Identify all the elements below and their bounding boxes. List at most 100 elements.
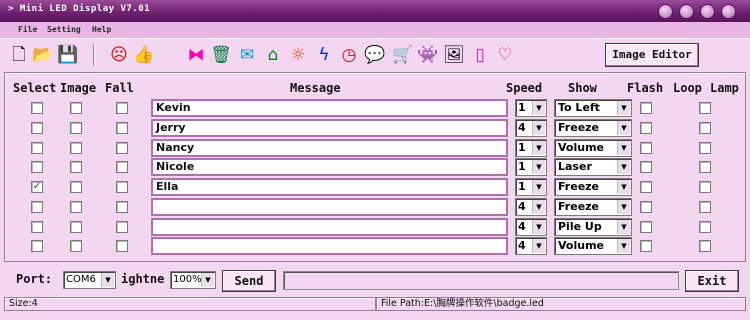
chevron-down-icon[interactable]: ▼: [617, 141, 630, 155]
loop-checkbox[interactable]: [699, 102, 711, 114]
loop-checkbox[interactable]: [699, 161, 711, 173]
trash-icon[interactable]: 🗑: [210, 44, 232, 66]
select-checkbox[interactable]: [31, 221, 43, 233]
speed-select[interactable]: 4 ▼: [515, 119, 547, 137]
brightness-select[interactable]: 100% ▼: [170, 271, 216, 289]
message-input[interactable]: [151, 218, 508, 236]
show-effect-select[interactable]: To Left ▼: [554, 99, 632, 117]
flash-checkbox[interactable]: [640, 240, 652, 252]
show-effect-select[interactable]: Pile Up ▼: [554, 218, 632, 236]
speed-select[interactable]: 1 ▼: [515, 139, 547, 157]
chevron-down-icon[interactable]: ▼: [617, 160, 630, 174]
message-input[interactable]: [151, 237, 508, 255]
flash-checkbox[interactable]: [640, 181, 652, 193]
message-input[interactable]: Jerry: [151, 119, 508, 137]
image-checkbox[interactable]: [70, 221, 82, 233]
message-input[interactable]: Nicole: [151, 158, 508, 176]
maximize-button[interactable]: [700, 4, 715, 19]
speed-select[interactable]: 1 ▼: [515, 99, 547, 117]
speed-select[interactable]: 4 ▼: [515, 237, 547, 255]
thumbs-up-icon[interactable]: 👍: [133, 44, 155, 66]
select-checkbox[interactable]: [31, 161, 43, 173]
chevron-down-icon[interactable]: ▼: [532, 200, 545, 214]
phone-icon[interactable]: ▯: [469, 44, 491, 66]
chevron-down-icon[interactable]: ▼: [617, 180, 630, 194]
show-effect-select[interactable]: Volume ▼: [554, 139, 632, 157]
chevron-down-icon[interactable]: ▼: [532, 239, 545, 253]
select-checkbox[interactable]: [31, 240, 43, 252]
select-checkbox[interactable]: [31, 142, 43, 154]
fall-checkbox[interactable]: [116, 240, 128, 252]
message-input[interactable]: Ella: [151, 178, 508, 196]
image-checkbox[interactable]: [70, 240, 82, 252]
save-icon[interactable]: 💾: [57, 44, 79, 66]
image-checkbox[interactable]: [70, 102, 82, 114]
menu-file[interactable]: File: [18, 25, 37, 34]
loop-checkbox[interactable]: [699, 122, 711, 134]
chevron-down-icon[interactable]: ▼: [201, 273, 214, 287]
menu-setting[interactable]: Setting: [47, 25, 81, 34]
chevron-down-icon[interactable]: ▼: [617, 200, 630, 214]
bowtie-icon[interactable]: ⧓: [185, 44, 207, 66]
smiley-icon[interactable]: ☹: [108, 44, 130, 66]
fall-checkbox[interactable]: [116, 122, 128, 134]
select-checkbox[interactable]: ✓: [31, 181, 43, 193]
image-checkbox[interactable]: [70, 181, 82, 193]
port-select[interactable]: COM6 ▼: [63, 271, 116, 289]
chevron-down-icon[interactable]: ▼: [617, 101, 630, 115]
apple-icon[interactable]: [160, 44, 182, 66]
flash-checkbox[interactable]: [640, 161, 652, 173]
speed-select[interactable]: 1 ▼: [515, 178, 547, 196]
heart-icon[interactable]: ♡: [494, 44, 516, 66]
chevron-down-icon[interactable]: ▼: [532, 141, 545, 155]
app-menu-arrow-icon[interactable]: >: [8, 4, 14, 14]
speech-bubble-icon[interactable]: 💬: [364, 44, 386, 66]
show-effect-select[interactable]: Laser ▼: [554, 158, 632, 176]
clock-icon[interactable]: ◷: [338, 44, 360, 66]
flash-checkbox[interactable]: [640, 201, 652, 213]
new-file-icon[interactable]: 🗋: [8, 44, 30, 66]
select-checkbox[interactable]: [31, 201, 43, 213]
menu-help[interactable]: Help: [92, 25, 111, 34]
image-checkbox[interactable]: [70, 161, 82, 173]
sun-icon[interactable]: ☼: [287, 44, 309, 66]
flash-checkbox[interactable]: [640, 221, 652, 233]
fall-checkbox[interactable]: [116, 201, 128, 213]
space-invader-icon[interactable]: 👾: [417, 44, 439, 66]
fall-checkbox[interactable]: [116, 221, 128, 233]
chevron-down-icon[interactable]: ▼: [617, 220, 630, 234]
loop-checkbox[interactable]: [699, 142, 711, 154]
image-checkbox[interactable]: [70, 122, 82, 134]
fall-checkbox[interactable]: [116, 161, 128, 173]
envelope-icon[interactable]: ✉: [236, 44, 258, 66]
speed-select[interactable]: 1 ▼: [515, 158, 547, 176]
message-input[interactable]: [151, 198, 508, 216]
title-bar[interactable]: > Mini LED Display V7.01: [0, 0, 750, 22]
picture-icon[interactable]: 🖼: [443, 44, 465, 66]
chevron-down-icon[interactable]: ▼: [617, 239, 630, 253]
speed-select[interactable]: 4 ▼: [515, 198, 547, 216]
message-input[interactable]: Kevin: [151, 99, 508, 117]
open-folder-icon[interactable]: 📂: [32, 44, 54, 66]
select-checkbox[interactable]: [31, 102, 43, 114]
exit-button[interactable]: Exit: [685, 270, 739, 292]
message-input[interactable]: Nancy: [151, 139, 508, 157]
loop-checkbox[interactable]: [699, 201, 711, 213]
loop-checkbox[interactable]: [699, 240, 711, 252]
flash-checkbox[interactable]: [640, 142, 652, 154]
minimize-button[interactable]: [658, 4, 673, 19]
fall-checkbox[interactable]: [116, 142, 128, 154]
flash-checkbox[interactable]: [640, 102, 652, 114]
chevron-down-icon[interactable]: ▼: [532, 121, 545, 135]
loop-checkbox[interactable]: [699, 221, 711, 233]
show-effect-select[interactable]: Freeze ▼: [554, 119, 632, 137]
fall-checkbox[interactable]: [116, 102, 128, 114]
speed-select[interactable]: 4 ▼: [515, 218, 547, 236]
house-icon[interactable]: ⌂: [262, 44, 284, 66]
chevron-down-icon[interactable]: ▼: [617, 121, 630, 135]
lightning-icon[interactable]: ϟ: [313, 44, 335, 66]
flash-checkbox[interactable]: [640, 122, 652, 134]
chevron-down-icon[interactable]: ▼: [532, 220, 545, 234]
close-button[interactable]: [721, 4, 736, 19]
select-checkbox[interactable]: [31, 122, 43, 134]
